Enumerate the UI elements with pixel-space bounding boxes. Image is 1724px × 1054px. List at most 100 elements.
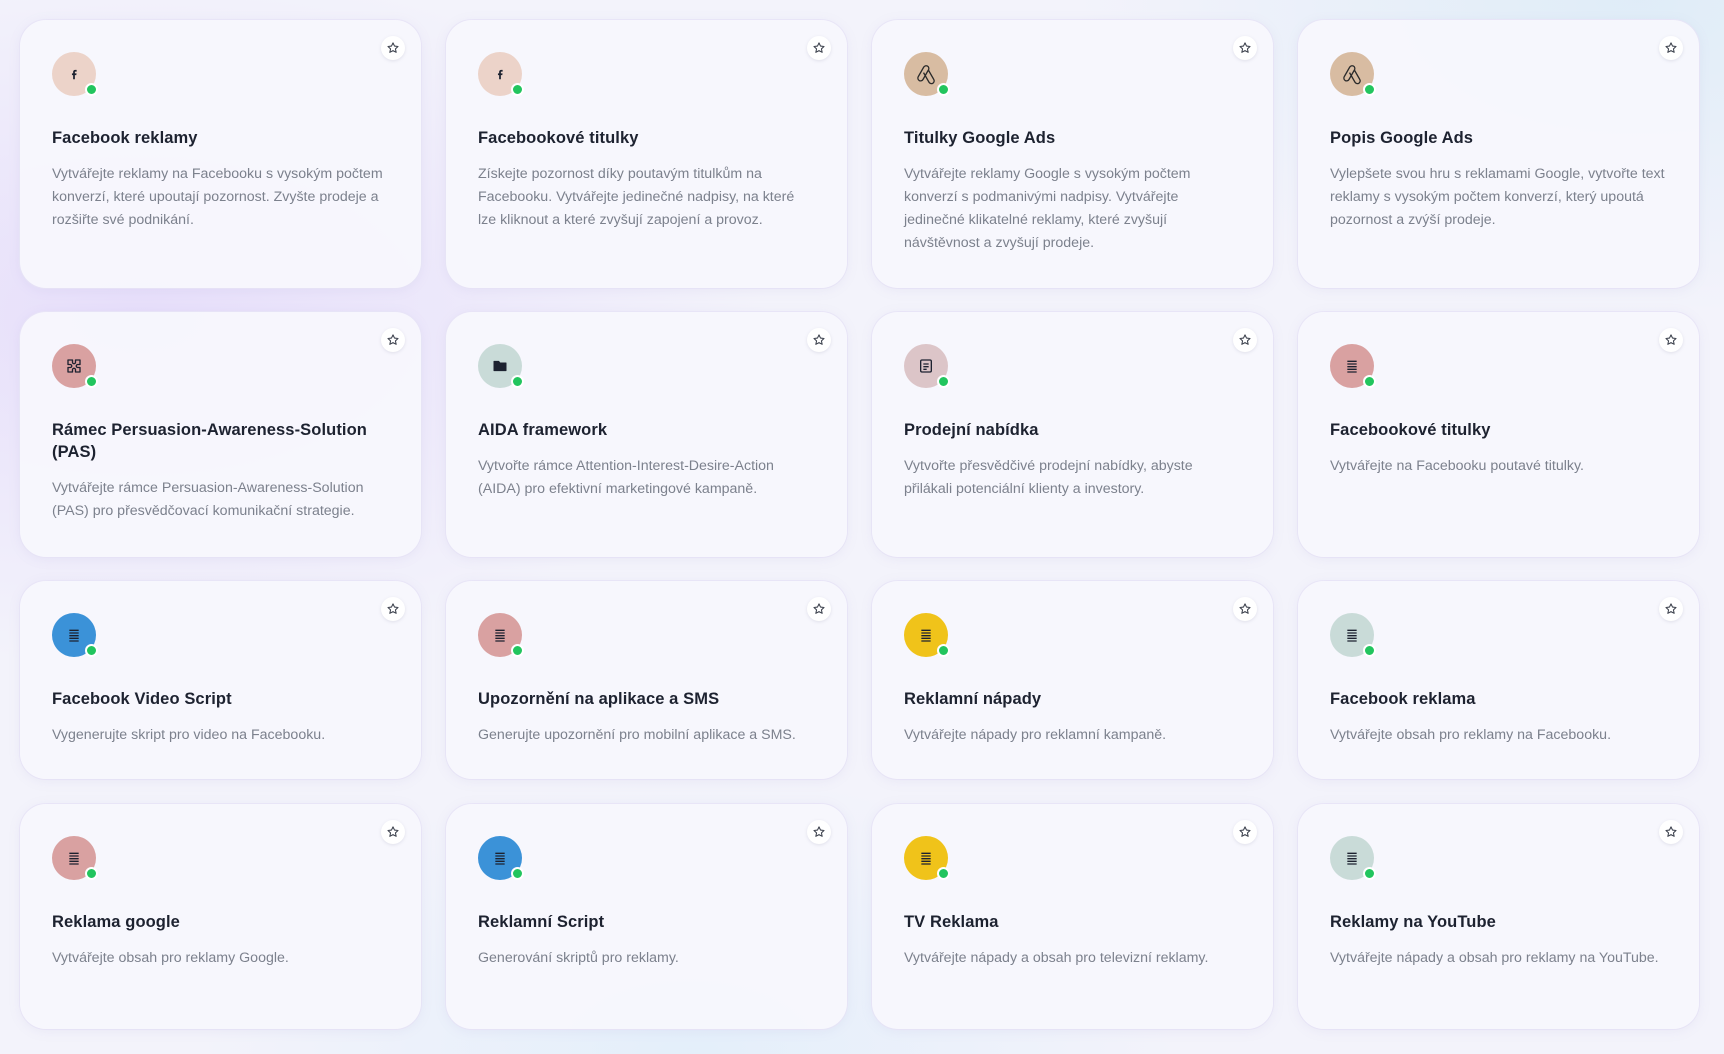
card-icon xyxy=(1330,836,1376,880)
template-card-sales-pitch[interactable]: Prodejní nabídka Vytvořte přesvědčivé pr… xyxy=(872,312,1273,557)
card-icon xyxy=(52,344,98,388)
favorite-star-button[interactable] xyxy=(807,328,831,352)
star-icon xyxy=(1665,826,1677,837)
card-description: Vytvářejte nápady a obsah pro televizní … xyxy=(904,950,1209,966)
card-description: Vylepšete svou hru s reklamami Google, v… xyxy=(1330,166,1665,228)
favorite-star-button[interactable] xyxy=(381,36,405,60)
favorite-star-button[interactable] xyxy=(1233,328,1257,352)
favorite-star-button[interactable] xyxy=(1233,820,1257,844)
online-status-dot xyxy=(511,83,524,96)
text-lines-icon xyxy=(1347,852,1357,865)
folder-icon xyxy=(493,360,507,372)
favorite-star-button[interactable] xyxy=(1659,597,1683,621)
favorite-star-button[interactable] xyxy=(807,820,831,844)
card-title: Facebook reklama xyxy=(1330,690,1476,708)
card-title: Reklamní Script xyxy=(478,913,605,931)
favorite-star-button[interactable] xyxy=(1659,820,1683,844)
online-status-dot xyxy=(85,644,98,657)
favorite-star-button[interactable] xyxy=(381,820,405,844)
card-title: Reklamy na YouTube xyxy=(1330,913,1496,931)
card-title: Facebookové titulky xyxy=(1330,421,1491,439)
card-description: Vytvářejte obsah pro reklamy Google. xyxy=(52,950,289,966)
card-description: Vytvořte rámce Attention-Interest-Desire… xyxy=(478,458,774,497)
template-card-ad-script[interactable]: Reklamní Script Generování skriptů pro r… xyxy=(446,804,847,1029)
online-status-dot xyxy=(937,644,950,657)
text-lines-icon xyxy=(921,852,931,865)
template-card-facebook-ad[interactable]: Facebook reklama Vytvářejte obsah pro re… xyxy=(1298,581,1699,779)
favorite-star-button[interactable] xyxy=(807,36,831,60)
star-icon xyxy=(1665,42,1677,53)
favorite-star-button[interactable] xyxy=(1659,36,1683,60)
template-card-facebook-headlines[interactable]: Facebookové titulky Získejte pozornost d… xyxy=(446,20,847,288)
card-title: AIDA framework xyxy=(478,421,608,439)
facebook-icon xyxy=(71,69,77,80)
template-card-tv-ad[interactable]: TV Reklama Vytvářejte nápady a obsah pro… xyxy=(872,804,1273,1029)
online-status-dot xyxy=(511,375,524,388)
card-icon xyxy=(904,613,950,657)
card-icon xyxy=(1330,613,1376,657)
template-card-pas-framework[interactable]: Rámec Persuasion-Awareness-Solution (PAS… xyxy=(20,312,421,557)
star-icon xyxy=(1239,334,1251,345)
template-card-facebook-video-script[interactable]: Facebook Video Script Vygenerujte skript… xyxy=(20,581,421,779)
template-card-youtube-ads[interactable]: Reklamy na YouTube Vytvářejte nápady a o… xyxy=(1298,804,1699,1029)
card-description: Vytvářejte obsah pro reklamy na Facebook… xyxy=(1330,727,1612,743)
favorite-star-button[interactable] xyxy=(1659,328,1683,352)
online-status-dot xyxy=(937,375,950,388)
favorite-star-button[interactable] xyxy=(381,328,405,352)
online-status-dot xyxy=(1363,867,1376,880)
card-description: Vygenerujte skript pro video na Facebook… xyxy=(52,727,326,743)
star-icon xyxy=(387,42,399,53)
template-card-google-ad[interactable]: Reklama google Vytvářejte obsah pro rekl… xyxy=(20,804,421,1029)
card-description: Vytvářejte na Facebooku poutavé titulky. xyxy=(1330,458,1584,474)
star-icon xyxy=(1665,334,1677,345)
star-icon xyxy=(813,42,825,53)
google-ads-icon xyxy=(917,65,935,85)
online-status-dot xyxy=(1363,375,1376,388)
card-description: Vytvářejte reklamy Google s vysokým počt… xyxy=(904,166,1191,251)
puzzle-icon xyxy=(67,359,81,373)
favorite-star-button[interactable] xyxy=(807,597,831,621)
star-icon xyxy=(813,826,825,837)
card-icon xyxy=(52,52,98,96)
card-icon xyxy=(904,836,950,880)
card-title: Facebook reklamy xyxy=(52,129,198,147)
text-lines-icon xyxy=(495,629,505,642)
template-card-ad-ideas[interactable]: Reklamní nápady Vytvářejte nápady pro re… xyxy=(872,581,1273,779)
favorite-star-button[interactable] xyxy=(1233,597,1257,621)
card-description: Vytvořte přesvědčivé prodejní nabídky, a… xyxy=(904,458,1193,497)
card-title: Rámec Persuasion-Awareness-Solution (PAS… xyxy=(52,421,367,461)
facebook-icon xyxy=(497,69,503,80)
star-icon xyxy=(1665,603,1677,614)
card-icon xyxy=(478,344,524,388)
card-title: Prodejní nabídka xyxy=(904,421,1039,439)
star-icon xyxy=(387,334,399,345)
card-title: Facebook Video Script xyxy=(52,690,232,708)
document-icon xyxy=(920,359,932,373)
online-status-dot xyxy=(937,83,950,96)
card-description: Vytvářejte rámce Persuasion-Awareness-So… xyxy=(52,480,364,519)
card-icon xyxy=(904,344,950,388)
star-icon xyxy=(1239,826,1251,837)
online-status-dot xyxy=(1363,83,1376,96)
card-icon xyxy=(478,613,524,657)
online-status-dot xyxy=(511,644,524,657)
online-status-dot xyxy=(85,375,98,388)
template-card-app-sms-notifications[interactable]: Upozornění na aplikace a SMS Generujte u… xyxy=(446,581,847,779)
card-title: Upozornění na aplikace a SMS xyxy=(478,690,720,708)
star-icon xyxy=(387,603,399,614)
template-card-google-ads-headlines[interactable]: Titulky Google Ads Vytvářejte reklamy Go… xyxy=(872,20,1273,288)
text-lines-icon xyxy=(69,629,79,642)
favorite-star-button[interactable] xyxy=(381,597,405,621)
google-ads-icon xyxy=(1343,65,1361,85)
template-card-facebook-headlines-2[interactable]: Facebookové titulky Vytvářejte na Facebo… xyxy=(1298,312,1699,557)
text-lines-icon xyxy=(921,629,931,642)
card-icon xyxy=(904,52,950,96)
card-description: Vytvářejte nápady a obsah pro reklamy na… xyxy=(1330,950,1659,966)
online-status-dot xyxy=(85,83,98,96)
text-lines-icon xyxy=(495,852,505,865)
template-card-aida-framework[interactable]: AIDA framework Vytvořte rámce Attention-… xyxy=(446,312,847,557)
favorite-star-button[interactable] xyxy=(1233,36,1257,60)
template-card-facebook-ads[interactable]: Facebook reklamy Vytvářejte reklamy na F… xyxy=(20,20,421,288)
template-card-google-ads-description[interactable]: Popis Google Ads Vylepšete svou hru s re… xyxy=(1298,20,1699,288)
card-icon xyxy=(478,836,524,880)
